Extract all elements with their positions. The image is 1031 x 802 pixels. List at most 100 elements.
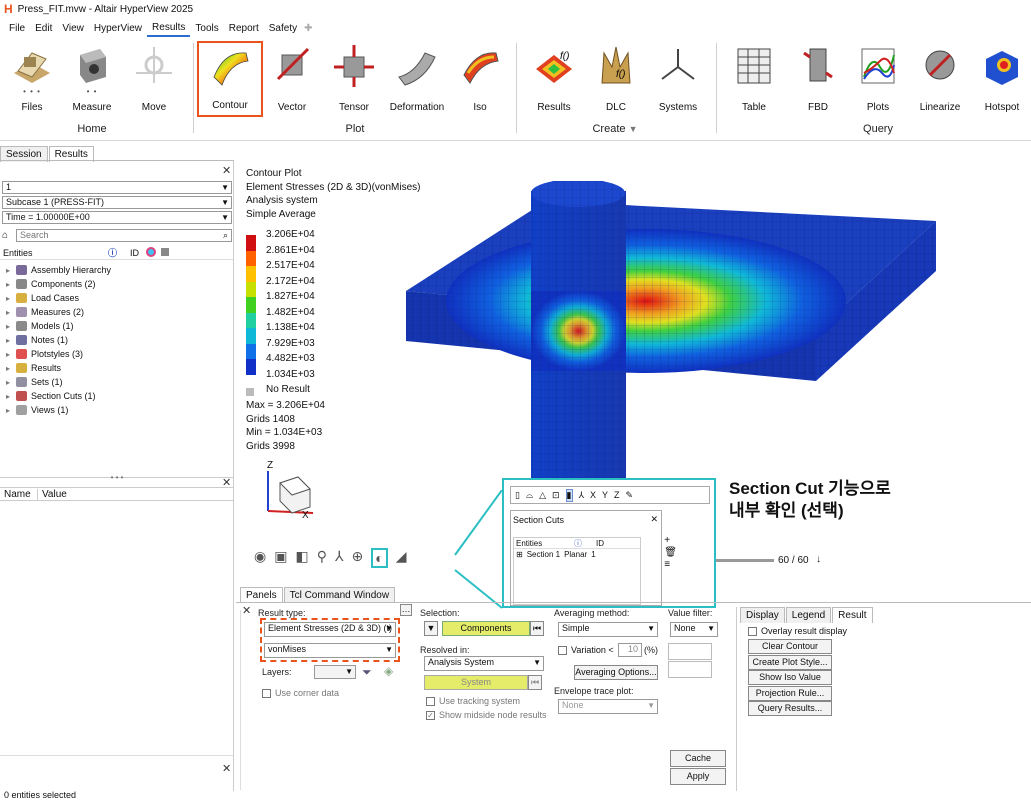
- tree-item[interactable]: ▸ Components (2): [6, 277, 96, 291]
- expand-icon[interactable]: ▸: [6, 350, 16, 359]
- menu-file[interactable]: File: [4, 21, 30, 36]
- reset-system-button[interactable]: ⏮: [528, 675, 542, 690]
- selection-dropdown[interactable]: ▼: [424, 621, 438, 636]
- axis-icon[interactable]: ⅄: [335, 548, 344, 568]
- expand-icon[interactable]: ▸: [6, 378, 16, 387]
- result-type-browse-button[interactable]: …: [400, 604, 412, 616]
- section-y-button[interactable]: Y: [602, 490, 608, 500]
- tree-item[interactable]: ▸ Sets (1): [6, 375, 63, 389]
- section-plane-icon[interactable]: ▯: [515, 490, 520, 501]
- expand-icon[interactable]: ▸: [6, 322, 16, 331]
- add-section-icon[interactable]: +: [664, 535, 677, 547]
- section-slice-icon[interactable]: ⌓: [526, 490, 533, 501]
- tree-item[interactable]: ▸ Measures (2): [6, 305, 84, 319]
- results-button[interactable]: f() Results: [524, 41, 584, 117]
- cube-view-icon[interactable]: ◧: [295, 548, 308, 568]
- averaging-select[interactable]: Simple ▼: [558, 622, 658, 637]
- averaging-options-button[interactable]: Averaging Options...: [574, 665, 658, 680]
- close-icon[interactable]: ✕: [650, 514, 658, 525]
- column-id[interactable]: ID: [130, 248, 146, 258]
- filter-icon[interactable]: ⏷: [362, 665, 372, 680]
- tree-item[interactable]: ▸ Load Cases: [6, 291, 79, 305]
- systems-button[interactable]: Systems: [648, 41, 708, 117]
- section-tool-icon[interactable]: ◢: [396, 548, 407, 568]
- tree-item[interactable]: ▸ Models (1): [6, 319, 74, 333]
- expand-icon[interactable]: ▸: [6, 364, 16, 373]
- section-x-button[interactable]: X: [590, 490, 596, 500]
- files-button[interactable]: • • • Files: [2, 41, 62, 117]
- table-button[interactable]: Table: [724, 41, 784, 117]
- menu-view[interactable]: View: [57, 21, 89, 36]
- apply-button[interactable]: Apply: [670, 768, 726, 785]
- menu-results[interactable]: Results: [147, 20, 191, 37]
- projection-rule-button[interactable]: Projection Rule...: [748, 686, 832, 701]
- menu-edit[interactable]: Edit: [30, 21, 57, 36]
- tab-legend[interactable]: Legend: [785, 607, 832, 623]
- frame-step-icon[interactable]: ↓: [816, 554, 821, 565]
- cache-button[interactable]: Cache: [670, 750, 726, 767]
- delete-section-icon[interactable]: 🗑: [664, 547, 677, 559]
- expand-icon[interactable]: ▸: [6, 308, 16, 317]
- expand-icon[interactable]: ▸: [6, 280, 16, 289]
- resolved-select[interactable]: Analysis System ▼: [424, 656, 544, 671]
- menu-tools[interactable]: Tools: [190, 21, 223, 36]
- move-button[interactable]: Move: [124, 41, 184, 117]
- menu-safety[interactable]: Safety: [264, 21, 302, 36]
- section-active-icon[interactable]: ▮: [565, 488, 573, 502]
- variation-input[interactable]: 10: [618, 643, 642, 657]
- menu-hyperview[interactable]: HyperView: [89, 21, 147, 36]
- tab-result[interactable]: Result: [832, 607, 873, 623]
- envelope-select[interactable]: None ▼: [558, 699, 658, 714]
- overlay-checkbox[interactable]: Overlay result display: [748, 626, 847, 636]
- iso-button[interactable]: Iso: [450, 41, 510, 117]
- tensor-button[interactable]: Tensor: [324, 41, 384, 117]
- tab-panels[interactable]: Panels: [240, 587, 283, 603]
- hotspot-button[interactable]: Hotspot: [972, 41, 1031, 117]
- components-button[interactable]: Components: [442, 621, 530, 636]
- menu-report[interactable]: Report: [224, 21, 264, 36]
- model-select[interactable]: 1 ▼: [2, 181, 232, 194]
- list-icon[interactable]: ≡: [664, 559, 677, 571]
- close-icon[interactable]: ✕: [222, 762, 231, 775]
- expand-icon[interactable]: ▸: [6, 336, 16, 345]
- close-icon[interactable]: ✕: [222, 164, 231, 177]
- add-tab-icon[interactable]: ✚: [304, 23, 312, 34]
- fbd-button[interactable]: FBD: [788, 41, 848, 117]
- tree-item[interactable]: ▸ Plotstyles (3): [6, 347, 83, 361]
- measure-button[interactable]: • • Measure: [62, 41, 122, 117]
- variation-checkbox[interactable]: Variation <: [558, 645, 614, 655]
- section-axis-icon[interactable]: ⅄: [579, 490, 585, 501]
- time-select[interactable]: Time = 1.00000E+00 ▼: [2, 211, 232, 224]
- linearize-button[interactable]: Linearize: [910, 41, 970, 117]
- close-icon[interactable]: ✕: [242, 604, 251, 617]
- query-results-button[interactable]: Query Results...: [748, 701, 832, 716]
- home-icon[interactable]: ⌂: [2, 230, 16, 241]
- search-input[interactable]: [17, 229, 207, 241]
- section-cut-icon[interactable]: ⊡: [552, 490, 560, 501]
- tree-item[interactable]: ▸ Section Cuts (1): [6, 389, 96, 403]
- column-entities[interactable]: Entities: [0, 248, 108, 258]
- deformation-button[interactable]: Deformation: [386, 41, 448, 117]
- layers-select[interactable]: ▼: [314, 665, 356, 679]
- layers-icon[interactable]: ◈: [384, 664, 393, 678]
- expand-icon[interactable]: ▸: [6, 294, 16, 303]
- expand-icon[interactable]: ▸: [6, 406, 16, 415]
- use-corner-checkbox[interactable]: Use corner data: [262, 688, 339, 698]
- section-cut-icon[interactable]: ◐: [371, 548, 388, 568]
- view-eye-icon[interactable]: ◉: [254, 548, 266, 568]
- tab-tcl[interactable]: Tcl Command Window: [283, 587, 396, 603]
- system-button[interactable]: System: [424, 675, 528, 690]
- query-icon[interactable]: ⊕: [352, 548, 364, 568]
- expand-icon[interactable]: ▸: [6, 392, 16, 401]
- marker-icon[interactable]: ⚲: [317, 548, 327, 568]
- tree-item[interactable]: ▸ Notes (1): [6, 333, 68, 347]
- value-filter-min[interactable]: [668, 643, 712, 660]
- expand-icon[interactable]: ▸: [6, 266, 16, 275]
- vector-button[interactable]: Vector: [262, 41, 322, 117]
- tab-display[interactable]: Display: [740, 607, 785, 623]
- subcase-select[interactable]: Subcase 1 (PRESS-FIT) ▼: [2, 196, 232, 209]
- tree-item[interactable]: ▸ Views (1): [6, 403, 68, 417]
- dlc-button[interactable]: f() DLC: [586, 41, 646, 117]
- camera-icon[interactable]: ▣: [274, 548, 287, 568]
- reset-selection-button[interactable]: ⏮: [530, 621, 544, 636]
